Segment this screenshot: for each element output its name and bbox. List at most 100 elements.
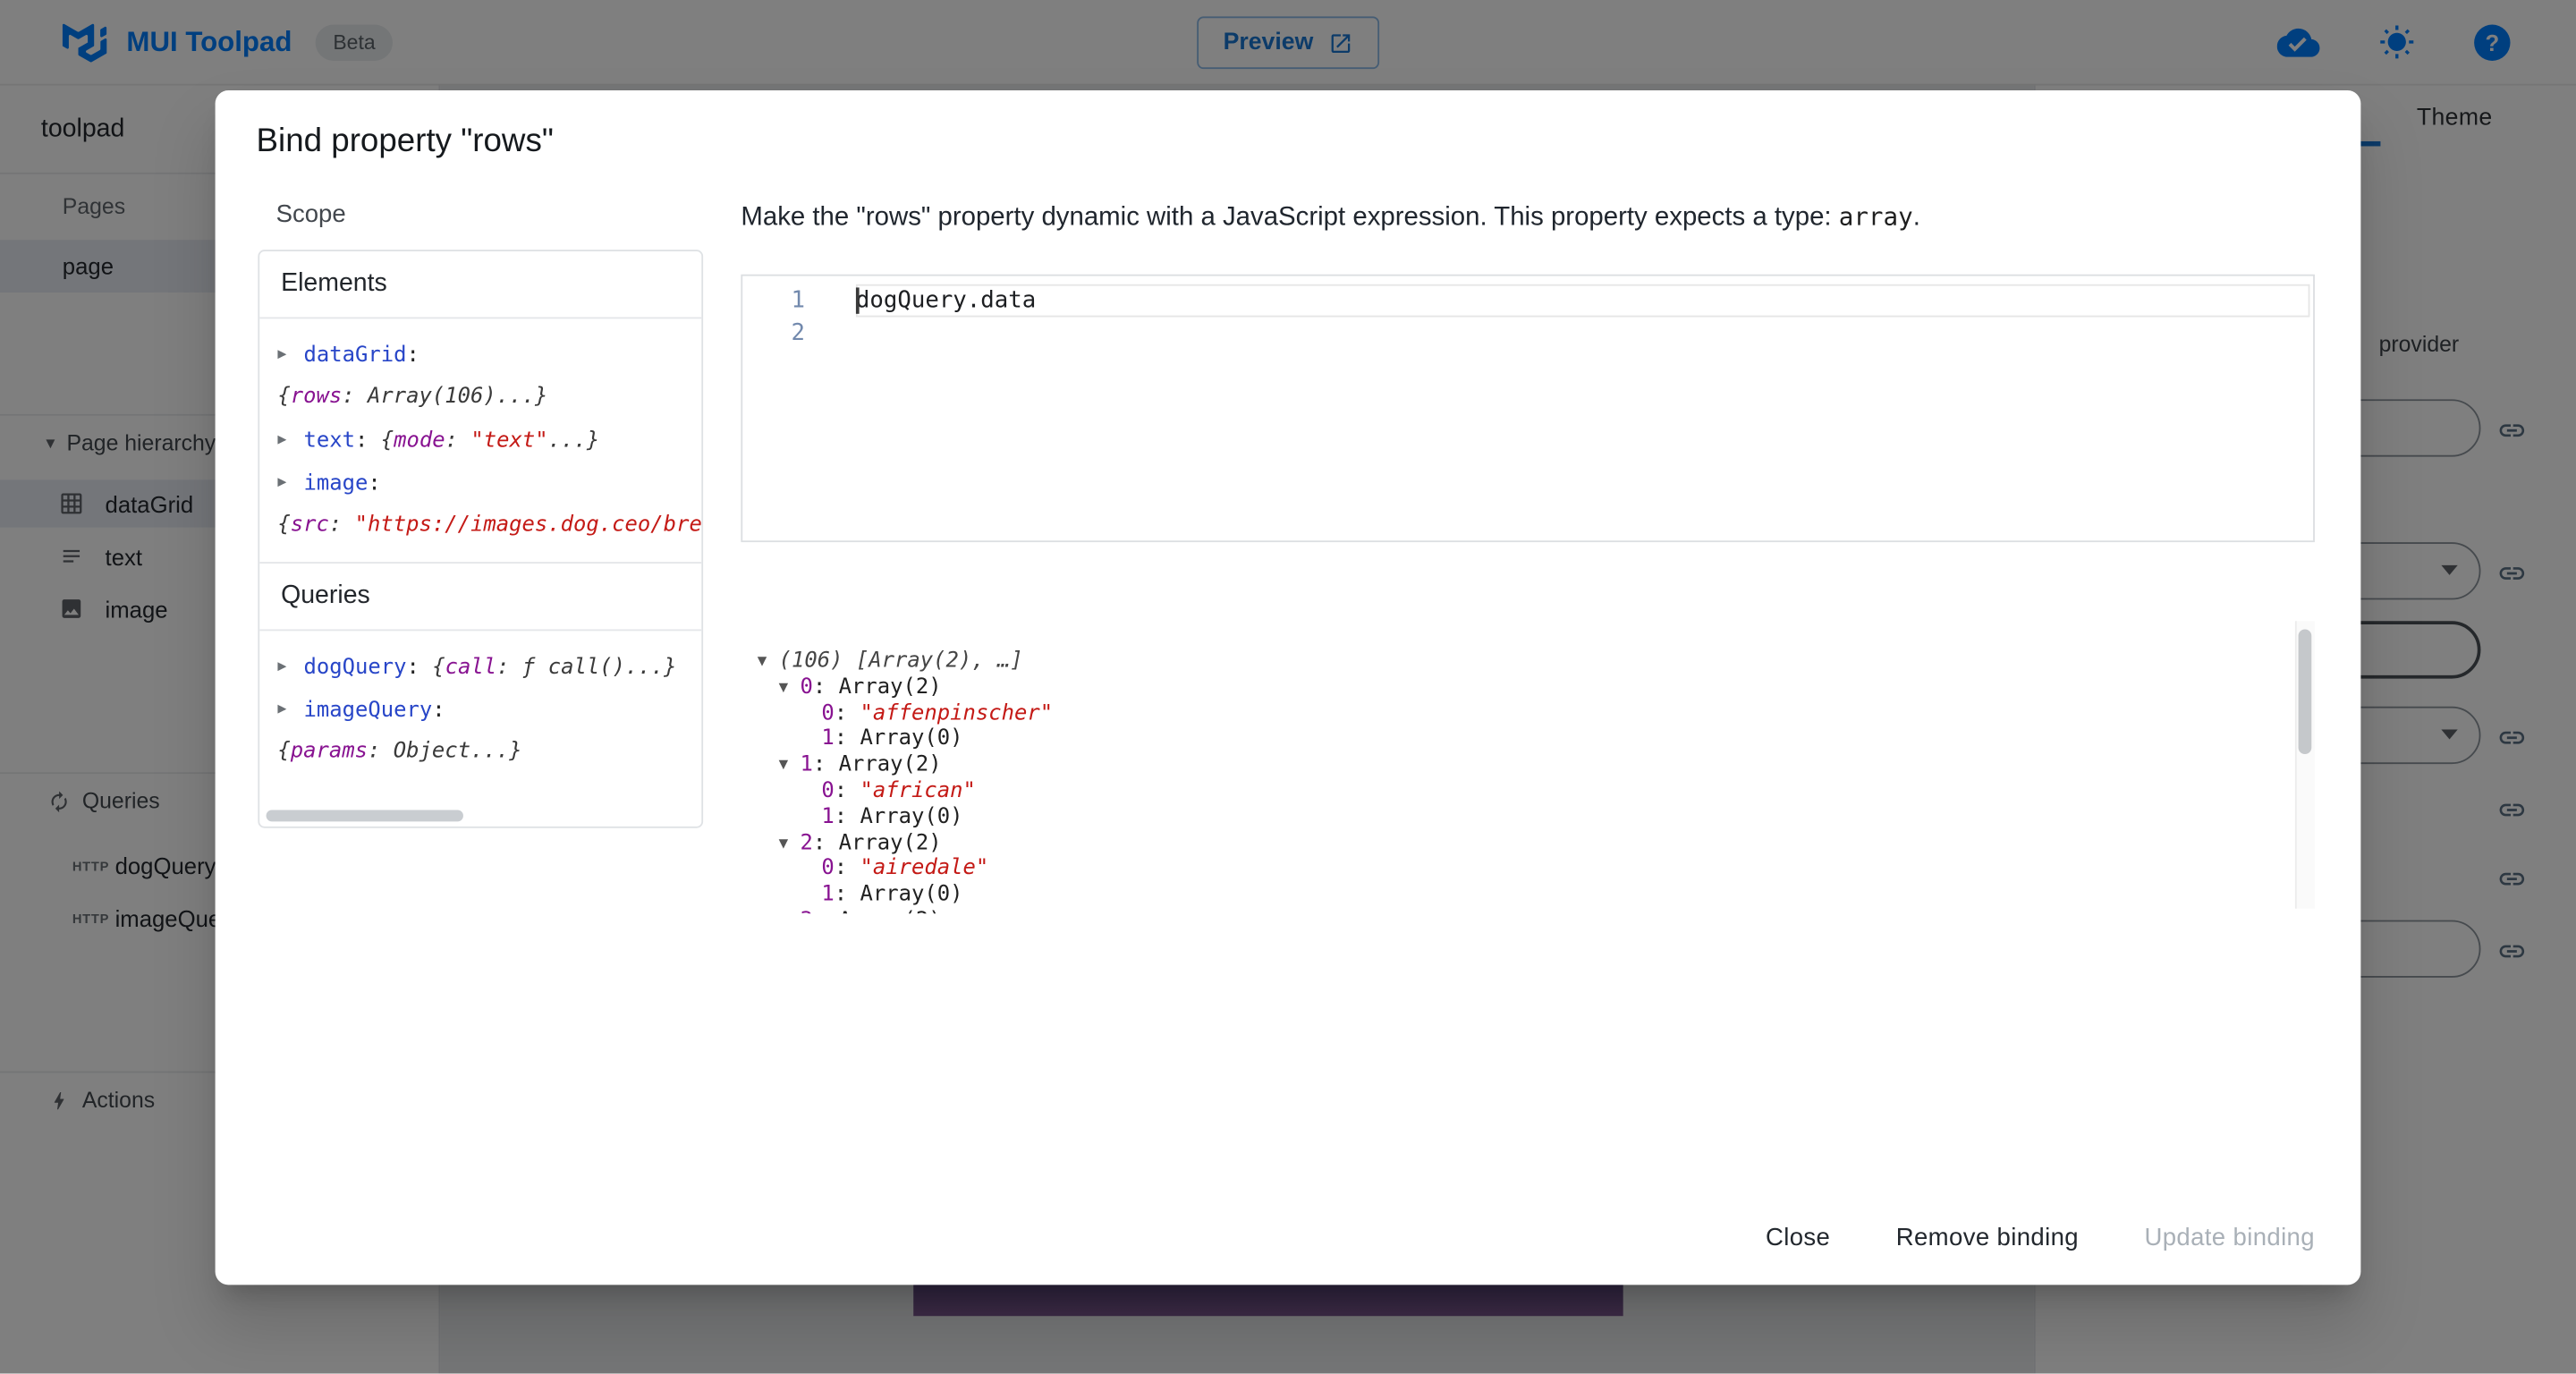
dialog-description: Make the "rows" property dynamic with a …: [741, 199, 2252, 236]
preview-row[interactable]: ▼1: Array(2): [741, 753, 2315, 779]
horizontal-scrollbar[interactable]: [267, 810, 463, 822]
token-ip: {: [277, 385, 290, 410]
tree-toggle-icon[interactable]: ▼: [779, 675, 801, 701]
token-p: :: [407, 344, 419, 369]
token-ip: {: [432, 656, 445, 681]
token-ip: :: [329, 513, 355, 538]
description-period: .: [1913, 204, 1920, 232]
queries-header: Queries: [259, 562, 701, 631]
code-text: [828, 317, 856, 350]
scope-node-line[interactable]: {src: "https://images.dog.ceo/bre: [277, 505, 683, 547]
token-idx: 1: [821, 805, 834, 830]
token-str: "african": [860, 779, 975, 804]
token-p: :: [835, 883, 860, 908]
token-p: :: [835, 727, 860, 752]
tree-toggle-icon[interactable]: ▼: [758, 649, 779, 675]
scope-node-line[interactable]: {params: Object...}: [277, 731, 683, 774]
scope-node-line[interactable]: {rows: Array(106)...}: [277, 377, 683, 420]
token-idx: 0: [821, 701, 834, 726]
dialog-title: Bind property "rows": [257, 123, 554, 161]
preview-row[interactable]: 0: "airedale": [741, 857, 2315, 883]
token-name: image: [304, 471, 369, 496]
token-key: rows: [291, 385, 343, 410]
scope-label: Scope: [276, 200, 346, 228]
scope-browser: Elements ▶ dataGrid: {rows: Array(106)..…: [258, 250, 703, 828]
token-ip: ...}: [548, 428, 600, 454]
token-str: "affenpinscher": [860, 701, 1053, 726]
tree-expand-icon: ▶: [277, 701, 295, 717]
token-name: imageQuery: [304, 699, 433, 724]
token-ip: :: [342, 385, 368, 410]
elements-header: Elements: [259, 251, 701, 318]
token-p: :: [835, 701, 860, 726]
preview-row[interactable]: 0: "affenpinscher": [741, 701, 2315, 727]
scope-node-line[interactable]: ▶ dataGrid:: [277, 334, 683, 377]
tree-toggle-icon[interactable]: ▼: [779, 753, 801, 779]
token-p: :: [835, 857, 860, 882]
preview-row[interactable]: ▼3: Array(2): [741, 909, 2315, 914]
remove-binding-button[interactable]: Remove binding: [1877, 1211, 2098, 1266]
token-ip: ...}: [496, 385, 548, 410]
token-ip: {: [381, 428, 394, 454]
editor-line[interactable]: 1 dogQuery.data: [742, 284, 2313, 318]
token-ip: :: [368, 740, 394, 765]
token-ip: :: [445, 428, 471, 454]
token-key: params: [291, 740, 368, 765]
token-p: :: [813, 909, 839, 914]
scope-node-line[interactable]: ▶ text: {mode: "text"...}: [277, 419, 683, 462]
close-button[interactable]: Close: [1746, 1211, 1850, 1266]
expected-type: array: [1839, 202, 1913, 232]
description-text: Make the "rows" property dynamic with a …: [741, 204, 1838, 232]
token-ip: ...}: [625, 656, 677, 681]
vertical-scrollbar[interactable]: [2299, 629, 2312, 754]
token-val: Array(2): [839, 831, 942, 856]
token-str: "text": [470, 428, 547, 454]
token-str: "airedale": [860, 857, 988, 882]
token-p: :: [368, 471, 380, 496]
scope-node-line[interactable]: ▶ image:: [277, 462, 683, 505]
token-idx: 1: [821, 883, 834, 908]
token-idx: 0: [821, 779, 834, 804]
token-val: Array(2): [839, 909, 942, 914]
token-val: Array(0): [860, 883, 962, 908]
preview-row[interactable]: 1: Array(0): [741, 883, 2315, 909]
update-binding-button[interactable]: Update binding: [2124, 1211, 2334, 1266]
token-idx: 0: [800, 675, 812, 700]
preview-row[interactable]: ▼2: Array(2): [741, 831, 2315, 857]
text-cursor: [856, 287, 859, 313]
token-p: :: [813, 753, 839, 778]
dialog-actions: Close Remove binding Update binding: [1720, 1211, 2334, 1266]
token-sum: (106) [Array(2), …]: [779, 649, 1023, 674]
token-key: mode: [394, 428, 445, 454]
token-ip: :: [496, 656, 522, 681]
tree-expand-icon: ▶: [277, 475, 295, 491]
token-type: Object: [394, 740, 470, 765]
token-key: call: [445, 656, 497, 681]
token-val: Array(0): [860, 805, 962, 830]
tree-expand-icon: ▶: [277, 432, 295, 448]
token-idx: 1: [821, 727, 834, 752]
scope-node-line[interactable]: ▶ imageQuery:: [277, 689, 683, 732]
editor-line[interactable]: 2: [742, 317, 2313, 350]
scope-node-line[interactable]: ▶ dogQuery: {call: ƒ call()...}: [277, 646, 683, 689]
line-number: 2: [742, 317, 828, 350]
preview-row[interactable]: 0: "african": [741, 779, 2315, 805]
token-p: :: [407, 656, 433, 681]
token-val: Array(0): [860, 727, 962, 752]
preview-row[interactable]: 1: Array(0): [741, 805, 2315, 831]
app-stage: MUI Toolpad Beta Preview ? toolpad Pages…: [0, 0, 2576, 1374]
preview-row[interactable]: ▼(106) [Array(2), …]: [741, 649, 2315, 675]
token-name: text: [304, 428, 356, 454]
token-idx: 2: [800, 831, 812, 856]
preview-row[interactable]: 1: Array(0): [741, 727, 2315, 753]
token-idx: 0: [821, 857, 834, 882]
tree-toggle-icon[interactable]: ▼: [779, 909, 801, 914]
preview-row[interactable]: ▼0: Array(2): [741, 675, 2315, 701]
line-number: 1: [742, 284, 828, 318]
token-key: src: [291, 513, 329, 538]
tree-toggle-icon[interactable]: ▼: [779, 831, 801, 857]
scope-elements-list: ▶ dataGrid: {rows: Array(106)...}▶ text:…: [259, 318, 701, 562]
js-expression-editor[interactable]: 1 dogQuery.data 2: [741, 275, 2315, 542]
token-val: Array(2): [839, 675, 942, 700]
token-p: :: [835, 779, 860, 804]
